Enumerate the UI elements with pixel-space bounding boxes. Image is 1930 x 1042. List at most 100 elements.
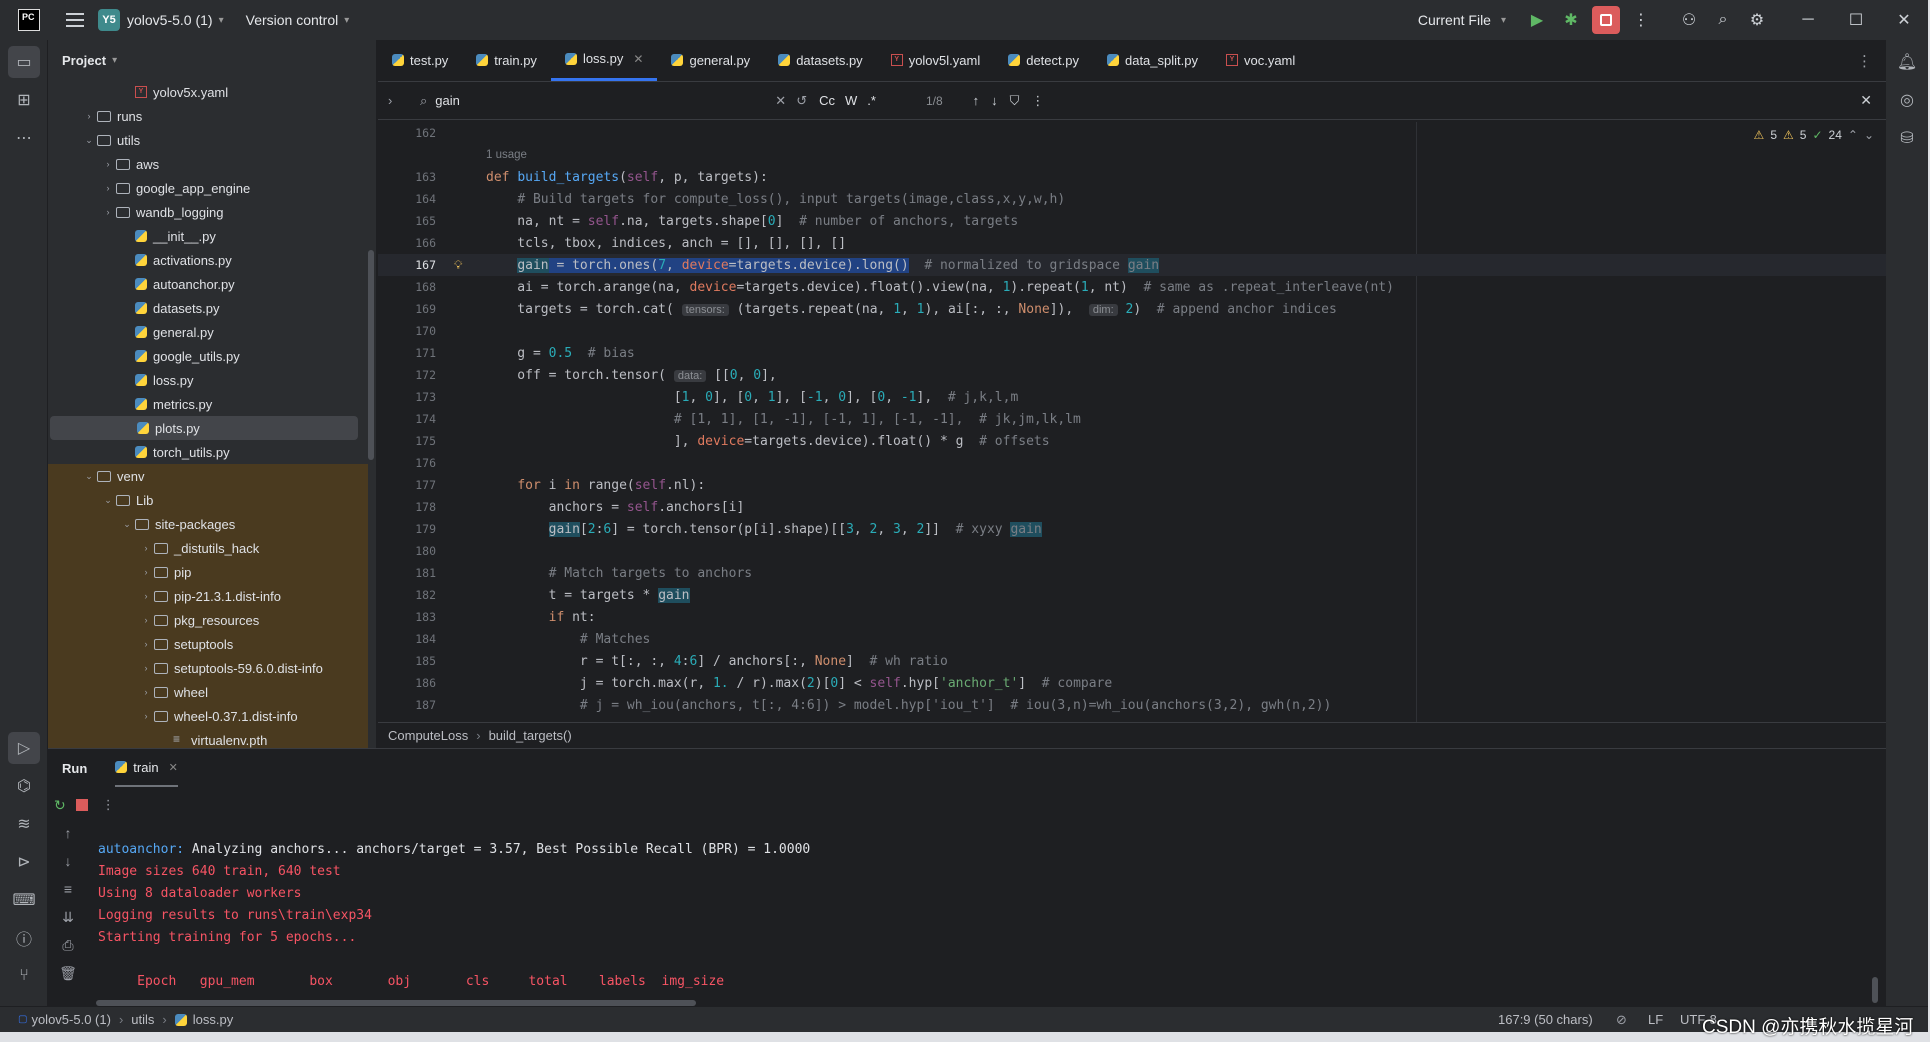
- tree-item[interactable]: › aws: [48, 152, 368, 176]
- more-tools-icon[interactable]: ⋯: [8, 122, 40, 154]
- more-vertical-icon[interactable]: ⋮: [1624, 0, 1658, 40]
- code-line[interactable]: 174 # [1, 1], [1, -1], [-1, 1], [-1, -1]…: [378, 408, 1886, 430]
- tree-item[interactable]: ⌄ utils: [48, 128, 368, 152]
- scroll-to-end-icon[interactable]: ⇊: [48, 909, 88, 937]
- tree-item[interactable]: metrics.py: [48, 392, 368, 416]
- tree-item[interactable]: › wheel-0.37.1.dist-info: [48, 704, 368, 728]
- chevron-down-icon[interactable]: ⌄: [81, 471, 97, 482]
- editor-tab[interactable]: Yvoc.yaml: [1212, 39, 1309, 81]
- line-separator[interactable]: LF: [1648, 1012, 1663, 1027]
- database-icon[interactable]: ⛁: [1891, 122, 1923, 154]
- close-tab-icon[interactable]: ✕: [169, 761, 178, 774]
- code-line[interactable]: 170: [378, 320, 1886, 342]
- print-icon[interactable]: ⎙: [48, 937, 88, 965]
- tree-item[interactable]: ⌄ site-packages: [48, 512, 368, 536]
- code-line[interactable]: 178 anchors = self.anchors[i]: [378, 496, 1886, 518]
- main-menu-icon[interactable]: [66, 13, 84, 27]
- code-line[interactable]: 176: [378, 452, 1886, 474]
- code-line[interactable]: 185 r = t[:, :, 4:6] / anchors[:, None] …: [378, 650, 1886, 672]
- tree-item[interactable]: Yyolov5x.yaml: [48, 80, 368, 104]
- expand-replace-icon[interactable]: ›: [388, 93, 410, 108]
- debug-icon[interactable]: ✱: [1554, 0, 1588, 40]
- problems-icon[interactable]: ⓘ: [8, 922, 40, 954]
- terminal-icon[interactable]: ⌨: [8, 884, 40, 916]
- ai-assistant-icon[interactable]: ◎: [1891, 84, 1923, 116]
- code-line[interactable]: 187 # j = wh_iou(anchors, t[:, 4:6]) > m…: [378, 694, 1886, 716]
- more-vertical-icon[interactable]: ⋮: [102, 797, 115, 813]
- editor-tab[interactable]: detect.py: [994, 39, 1093, 81]
- tree-item[interactable]: __init__.py: [48, 224, 368, 248]
- console-output[interactable]: autoanchor: Analyzing anchors... anchors…: [98, 839, 810, 993]
- code-line[interactable]: 181 # Match targets to anchors: [378, 562, 1886, 584]
- code-line[interactable]: 173 [1, 0], [0, 1], [-1, 0], [0, -1], # …: [378, 386, 1886, 408]
- lightbulb-icon[interactable]: 💡︎: [454, 258, 462, 273]
- chevron-right-icon[interactable]: ›: [138, 663, 154, 673]
- code-line[interactable]: 186 j = torch.max(r, 1. / r).max(2)[0] <…: [378, 672, 1886, 694]
- project-panel-header[interactable]: Project ▾: [48, 40, 376, 80]
- chevron-right-icon[interactable]: ›: [138, 711, 154, 721]
- tree-item[interactable]: › _distutils_hack: [48, 536, 368, 560]
- chevron-down-icon[interactable]: ⌄: [119, 519, 135, 530]
- stop-icon[interactable]: [75, 799, 88, 811]
- python-console-icon[interactable]: ⌬: [8, 770, 40, 802]
- git-icon[interactable]: ⑂: [8, 960, 40, 992]
- code-line[interactable]: 165 na, nt = self.na, targets.shape[0] #…: [378, 210, 1886, 232]
- status-file[interactable]: loss.py: [193, 1012, 233, 1027]
- code-line[interactable]: 183 if nt:: [378, 606, 1886, 628]
- run-tool-icon[interactable]: ▷: [8, 732, 40, 764]
- soft-wrap-icon[interactable]: ≡: [48, 881, 88, 909]
- project-tool-icon[interactable]: ▭: [8, 46, 40, 78]
- usage-hint[interactable]: 1 usage: [486, 149, 527, 161]
- code-line[interactable]: 171 g = 0.5 # bias: [378, 342, 1886, 364]
- tree-item[interactable]: loss.py: [48, 368, 368, 392]
- code-line[interactable]: 169 targets = torch.cat( tensors: (targe…: [378, 298, 1886, 320]
- close-tab-icon[interactable]: ✕: [633, 52, 643, 66]
- code-area[interactable]: 162 1 usage 163 def build_targets(self, p, …: [378, 122, 1886, 722]
- structure-tool-icon[interactable]: ⊞: [8, 84, 40, 116]
- code-line[interactable]: 177 for i in range(self.nl):: [378, 474, 1886, 496]
- code-line[interactable]: 166 tcls, tbox, indices, anch = [], [], …: [378, 232, 1886, 254]
- chevron-right-icon[interactable]: ›: [100, 207, 116, 217]
- minimize-icon[interactable]: ─: [1784, 0, 1832, 40]
- code-line[interactable]: 179 gain[2:6] = torch.tensor(p[i].shape)…: [378, 518, 1886, 540]
- breadcrumb-class[interactable]: ComputeLoss: [388, 728, 468, 743]
- tree-item[interactable]: › pkg_resources: [48, 608, 368, 632]
- tree-item[interactable]: autoanchor.py: [48, 272, 368, 296]
- tree-item[interactable]: google_utils.py: [48, 344, 368, 368]
- match-case-toggle[interactable]: Cc: [819, 93, 835, 108]
- tree-item[interactable]: › setuptools-59.6.0.dist-info: [48, 656, 368, 680]
- whole-word-toggle[interactable]: W: [845, 93, 857, 108]
- tree-item[interactable]: › runs: [48, 104, 368, 128]
- chevron-right-icon[interactable]: ›: [138, 543, 154, 553]
- chevron-down-icon[interactable]: ⌄: [100, 495, 116, 506]
- search-icon[interactable]: ⌕: [1706, 0, 1740, 40]
- tree-item[interactable]: ⌄ venv: [48, 464, 368, 488]
- services-icon[interactable]: ⊳: [8, 846, 40, 878]
- code-line[interactable]: 163 def build_targets(self, p, targets):: [378, 166, 1886, 188]
- breadcrumb-method[interactable]: build_targets(): [489, 728, 572, 743]
- chevron-right-icon[interactable]: ›: [138, 567, 154, 577]
- run-config-selector[interactable]: Current File: [1418, 12, 1491, 28]
- chevron-down-icon[interactable]: ⌄: [81, 135, 97, 146]
- tree-item[interactable]: › wandb_logging: [48, 200, 368, 224]
- layers-icon[interactable]: ≋: [8, 808, 40, 840]
- caret-position[interactable]: 167:9 (50 chars): [1498, 1012, 1593, 1027]
- status-project[interactable]: yolov5-5.0 (1): [31, 1012, 110, 1027]
- more-vertical-icon[interactable]: ⋮: [1857, 52, 1872, 70]
- scroll-down-icon[interactable]: ↓: [48, 853, 88, 881]
- regex-toggle[interactable]: .*: [867, 93, 876, 108]
- code-line[interactable]: 180: [378, 540, 1886, 562]
- notifications-icon[interactable]: 🔔︎: [1891, 46, 1923, 78]
- chevron-right-icon[interactable]: ›: [138, 591, 154, 601]
- no-inspection-icon[interactable]: ⊘: [1616, 1012, 1627, 1028]
- scroll-up-icon[interactable]: ↑: [48, 825, 88, 853]
- chevron-right-icon[interactable]: ›: [138, 639, 154, 649]
- tree-item[interactable]: torch_utils.py: [48, 440, 368, 464]
- code-line[interactable]: 172 off = torch.tensor( data: [[0, 0],: [378, 364, 1886, 386]
- editor-tab[interactable]: general.py: [657, 39, 764, 81]
- rerun-icon[interactable]: ↻: [54, 797, 66, 814]
- code-line[interactable]: 175 ], device=targets.device).float() * …: [378, 430, 1886, 452]
- stop-button[interactable]: [1592, 6, 1620, 34]
- code-line[interactable]: 184 # Matches: [378, 628, 1886, 650]
- tree-item[interactable]: ⌄ Lib: [48, 488, 368, 512]
